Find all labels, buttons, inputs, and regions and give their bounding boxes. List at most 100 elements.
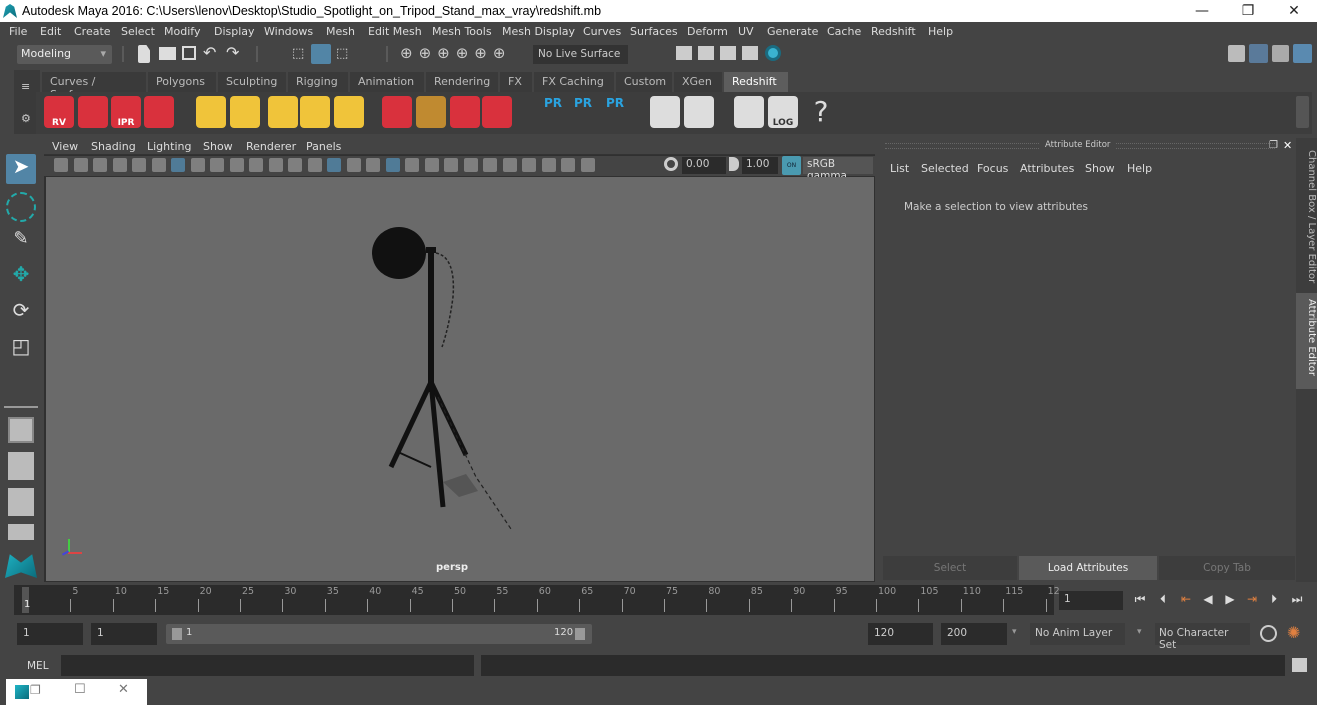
shadows-icon[interactable] — [424, 158, 439, 172]
ae-menu-show[interactable]: Show — [1085, 162, 1115, 175]
dome-light-icon[interactable] — [300, 96, 330, 128]
ae-menu-focus[interactable]: Focus — [977, 162, 1008, 175]
range-slider[interactable]: 1 120 — [166, 624, 592, 644]
menu-redshift[interactable]: Redshift — [871, 25, 916, 38]
menu-generate[interactable]: Generate — [767, 25, 818, 38]
playback-end-field[interactable]: 120 — [868, 623, 933, 645]
shelf-tab-rigging[interactable]: Rigging — [288, 72, 348, 92]
go-to-end-icon[interactable]: ⏭ — [1288, 592, 1306, 610]
vp-menu-panels[interactable]: Panels — [306, 140, 341, 153]
time-slider[interactable]: 1 5 10 15 20 25 30 35 40 45 50 55 60 65 70 75 80 85 90 95 1… — [14, 585, 1060, 615]
character-set-dropdown[interactable]: No Character Set — [1155, 623, 1250, 651]
vp-menu-shading[interactable]: Shading — [91, 140, 136, 153]
menu-uv[interactable]: UV — [738, 25, 754, 38]
vp-menu-show[interactable]: Show — [203, 140, 233, 153]
float-panel-icon[interactable]: ❐ — [1269, 140, 1278, 151]
lights-icon[interactable] — [405, 158, 419, 172]
vp-menu-view[interactable]: View — [52, 140, 78, 153]
render-view-icon[interactable] — [676, 46, 692, 60]
menu-mesh-tools[interactable]: Mesh Tools — [432, 25, 492, 38]
shelf-tab-polygons[interactable]: Polygons — [148, 72, 216, 92]
shelf-tab-redshift[interactable]: Redshift — [724, 72, 788, 92]
ae-menu-selected[interactable]: Selected — [921, 162, 969, 175]
current-frame-field[interactable]: 1 — [1059, 591, 1123, 610]
menu-edit-mesh[interactable]: Edit Mesh — [368, 25, 422, 38]
vp-menu-lighting[interactable]: Lighting — [147, 140, 191, 153]
menu-display[interactable]: Display — [214, 25, 255, 38]
hair-icon[interactable] — [416, 96, 446, 128]
minimized-window[interactable]: ❐ ☐ ✕ — [6, 679, 147, 705]
image-plane-icon[interactable] — [112, 158, 127, 172]
menu-mesh[interactable]: Mesh — [326, 25, 355, 38]
save-scene-icon[interactable] — [182, 46, 196, 60]
script-language-toggle[interactable]: MEL — [27, 660, 49, 672]
undo-icon[interactable]: ↶ — [203, 43, 216, 62]
animation-preferences-icon[interactable]: ✺ — [1287, 623, 1300, 642]
bake-pies-icon[interactable] — [650, 96, 680, 128]
shelf-tab-fx-caching[interactable]: FX Caching — [534, 72, 614, 92]
move-tool-icon[interactable]: ✥ — [6, 262, 36, 292]
scale-tool-icon[interactable]: ◰ — [6, 334, 36, 364]
channel-box-toggle-icon[interactable] — [1293, 44, 1312, 63]
restore-icon[interactable]: ❐ — [30, 683, 41, 697]
live-surface-field[interactable]: No Live Surface — [533, 45, 628, 64]
select-by-component-icon[interactable]: ⬚ — [336, 46, 352, 62]
color-management-toggle[interactable]: ON — [782, 156, 801, 175]
play-backward-icon[interactable]: ◀ — [1199, 592, 1217, 610]
redo-icon[interactable]: ↷ — [226, 43, 239, 62]
xray-icon[interactable] — [366, 158, 380, 172]
shelf-tab-rendering[interactable]: Rendering — [426, 72, 498, 92]
ae-menu-help[interactable]: Help — [1127, 162, 1152, 175]
sun-sky-icon[interactable] — [334, 96, 364, 128]
film-gate-icon[interactable] — [190, 158, 205, 172]
four-view-layout-icon[interactable] — [8, 452, 34, 480]
wireframe-icon[interactable] — [307, 158, 322, 172]
tool-settings-icon[interactable] — [1272, 45, 1289, 62]
menu-file[interactable]: File — [9, 25, 27, 38]
step-back-key-icon[interactable]: ⏴ — [1154, 592, 1172, 610]
tab-attribute-editor[interactable]: Attribute Editor — [1296, 293, 1317, 389]
menu-windows[interactable]: Windows — [264, 25, 313, 38]
outliner-layout-icon[interactable] — [8, 524, 34, 540]
script-editor-icon[interactable] — [1292, 658, 1307, 672]
snap-icons[interactable]: ⊕⊕⊕⊕⊕⊕ — [400, 44, 511, 62]
pr-mesh-icon[interactable]: PR — [538, 96, 568, 128]
range-end-handle[interactable] — [575, 628, 585, 640]
area-light-icon[interactable] — [230, 96, 260, 128]
grid-icon[interactable] — [171, 158, 185, 172]
close-icon[interactable]: ✕ — [118, 682, 129, 697]
xray-active-icon[interactable] — [561, 158, 575, 172]
shelf-menu-icon[interactable]: ≡ — [21, 80, 30, 93]
close-button[interactable]: ✕ — [1271, 0, 1317, 22]
auto-key-icon[interactable] — [1260, 625, 1277, 642]
menu-cache[interactable]: Cache — [827, 25, 861, 38]
step-forward-key-icon[interactable]: ⏵ — [1265, 592, 1283, 610]
render-settings-icon[interactable] — [144, 96, 174, 128]
2d-pan-icon[interactable] — [132, 158, 146, 172]
play-forward-icon[interactable]: ▶ — [1221, 592, 1239, 610]
exposure-field[interactable]: 0.00 — [682, 157, 726, 174]
hypershade-icon[interactable] — [765, 45, 781, 61]
new-scene-icon[interactable] — [138, 45, 150, 63]
smooth-shade-icon[interactable] — [327, 158, 341, 172]
shelf-settings-icon[interactable]: ⚙ — [21, 112, 31, 125]
ambient-occlusion-icon[interactable] — [444, 158, 458, 172]
minimize-button[interactable]: — — [1179, 0, 1225, 22]
backface-icon[interactable] — [580, 158, 595, 172]
shelf-tab-xgen[interactable]: XGen — [674, 72, 722, 92]
anim-layer-chevron-icon[interactable]: ▾ — [1012, 627, 1017, 637]
select-tool-icon[interactable]: ➤ — [6, 154, 36, 184]
render-settings-icon[interactable] — [742, 46, 758, 60]
diamond-light-icon[interactable] — [196, 96, 226, 128]
ae-menu-list[interactable]: List — [890, 162, 909, 175]
depth-of-field-icon[interactable] — [502, 158, 517, 172]
menu-help[interactable]: Help — [928, 25, 953, 38]
shelf-tab-fx[interactable]: FX — [500, 72, 532, 92]
anim-layer-dropdown[interactable]: No Anim Layer — [1030, 623, 1125, 645]
rv-icon[interactable]: RV — [44, 96, 74, 128]
camera-attributes-icon[interactable] — [73, 158, 88, 172]
end-time-field[interactable]: 200 — [941, 623, 1007, 645]
render-sequence-icon[interactable] — [78, 96, 108, 128]
safe-action-icon[interactable] — [268, 158, 283, 172]
paint-select-tool-icon[interactable]: ✎ — [6, 228, 36, 258]
